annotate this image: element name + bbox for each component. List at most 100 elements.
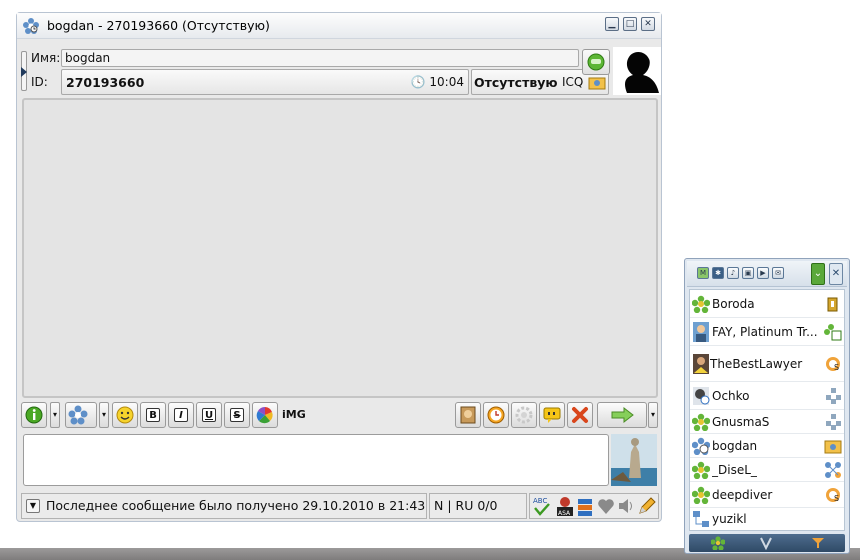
contact-name: TheBestLawyer [710, 357, 803, 371]
contact-row[interactable]: _DiseL_ [690, 458, 844, 482]
expand-arrow-icon[interactable] [21, 67, 27, 77]
contact-row[interactable]: bogdan [690, 434, 844, 458]
svg-text:S: S [834, 363, 839, 372]
close-list-button[interactable]: ✕ [829, 263, 843, 285]
main-menu-icon[interactable]: M [697, 267, 709, 279]
chat-window: bogdan - 270193660 (Отсутствую) ▁ □ ✕ Им… [16, 12, 662, 522]
avatar-icon [693, 354, 709, 374]
client-icon [827, 297, 838, 312]
contact-list-toolbar: M ✱ ♪ ▣ ▶ ✉ ⌄ ✕ [687, 261, 847, 287]
arrow-right-icon [611, 406, 634, 424]
xstatus-icon[interactable] [759, 536, 773, 550]
info-button[interactable] [21, 402, 47, 428]
message-icon[interactable]: ✉ [772, 267, 784, 279]
client-icon [588, 77, 606, 90]
contact-row[interactable]: deepdiver S [690, 482, 844, 508]
contact-list-window: M ✱ ♪ ▣ ▶ ✉ ⌄ ✕ Boroda FAY, Platinum Tr.… [684, 258, 850, 554]
maximize-button[interactable]: □ [623, 17, 637, 31]
history-button[interactable] [455, 402, 481, 428]
privacy-icon[interactable] [811, 536, 825, 550]
gear-icon [515, 406, 533, 424]
send-dropdown[interactable]: ▾ [648, 402, 658, 428]
image-button[interactable]: iMG [280, 402, 306, 428]
online-status-button[interactable] [582, 49, 610, 75]
contact-name: FAY, Platinum Tr... [712, 325, 818, 339]
contact-row[interactable]: GnusmaS [690, 410, 844, 434]
windows-icon[interactable] [576, 495, 596, 517]
reminder-button[interactable] [483, 402, 509, 428]
underline-button[interactable]: U [196, 402, 222, 428]
away-flower-icon [692, 437, 710, 455]
contact-name: _DiseL_ [712, 463, 757, 477]
contact-name: Boroda [712, 297, 755, 311]
status-bar: ▼ Последнее сообщение было получено 29.1… [21, 493, 659, 519]
italic-button[interactable]: I [168, 402, 194, 428]
status-selector-bar [689, 534, 845, 552]
network-icon [693, 511, 709, 527]
icq-flower-icon [23, 18, 39, 34]
encoding-icon[interactable]: ASA [554, 495, 576, 517]
color-button[interactable] [252, 402, 278, 428]
spell-check-icon[interactable]: ABC [532, 495, 552, 517]
lock-icon[interactable]: ▣ [742, 267, 754, 279]
close-tab-button[interactable] [567, 402, 593, 428]
strikethrough-icon: S [230, 408, 244, 422]
contact-name: Ochko [712, 389, 750, 403]
id-field[interactable]: 270193660 🕓 10:04 [61, 69, 469, 95]
settings-button[interactable] [511, 402, 537, 428]
svg-text:ABC: ABC [533, 497, 547, 505]
contacts-pane: Boroda FAY, Platinum Tr... TheBestLawyer… [689, 289, 845, 531]
contact-menu-button[interactable] [65, 402, 97, 428]
info-dropdown[interactable]: ▾ [50, 402, 60, 428]
alarm-clock-icon [487, 406, 505, 424]
contact-row[interactable]: Ochko [690, 382, 844, 410]
quote-button[interactable] [539, 402, 565, 428]
contact-name: bogdan [712, 439, 758, 453]
name-label: Имя: [31, 51, 61, 65]
contact-name: yuzikl [712, 512, 747, 526]
contact-row[interactable]: FAY, Platinum Tr... [690, 318, 844, 346]
heart-icon[interactable] [596, 495, 616, 517]
online-flower-icon [692, 461, 710, 479]
contact-menu-dropdown[interactable]: ▾ [99, 402, 109, 428]
contact-row[interactable]: yuzikl [690, 508, 844, 530]
smiley-button[interactable] [112, 402, 138, 428]
avatar[interactable] [613, 47, 661, 95]
client-icon [826, 414, 841, 430]
contact-row[interactable]: Boroda [690, 290, 844, 318]
online-flower-icon [692, 413, 710, 431]
message-history[interactable] [22, 98, 658, 398]
send-button[interactable] [597, 402, 647, 428]
close-button[interactable]: ✕ [641, 17, 655, 31]
silhouette-icon [625, 51, 659, 93]
collapse-button[interactable]: ⌄ [811, 263, 825, 285]
status-flower-icon[interactable] [711, 536, 725, 550]
contact-row[interactable]: TheBestLawyer S [690, 346, 844, 382]
online-flower-icon [692, 486, 710, 504]
sound-icon[interactable] [616, 495, 636, 517]
typing-indicator: N | RU 0/0 [429, 493, 527, 519]
sounds-icon[interactable]: ♪ [727, 267, 739, 279]
title-bar[interactable]: bogdan - 270193660 (Отсутствую) ▁ □ ✕ [17, 13, 661, 39]
status-text: Отсутствую [474, 75, 558, 90]
avatar-icon [693, 387, 710, 405]
play-icon[interactable]: ▶ [757, 267, 769, 279]
red-x-icon [572, 407, 588, 423]
statusbar-dropdown[interactable]: ▼ [26, 499, 40, 513]
avatar-icon [693, 322, 709, 342]
pencil-icon[interactable] [636, 495, 658, 517]
settings-icon[interactable]: ✱ [712, 267, 724, 279]
decor-picture [611, 434, 657, 486]
italic-icon: I [174, 408, 188, 422]
contact-name: GnusmaS [712, 415, 770, 429]
color-palette-icon [256, 406, 273, 424]
message-input[interactable] [23, 434, 609, 486]
info-icon [25, 406, 43, 424]
strikethrough-button[interactable]: S [224, 402, 250, 428]
bold-button[interactable]: B [140, 402, 166, 428]
client-icon [824, 440, 842, 454]
name-field[interactable]: bogdan [61, 49, 579, 67]
window-title: bogdan - 270193660 (Отсутствую) [47, 18, 270, 33]
minimize-button[interactable]: ▁ [605, 17, 619, 31]
client-icon [826, 388, 841, 404]
